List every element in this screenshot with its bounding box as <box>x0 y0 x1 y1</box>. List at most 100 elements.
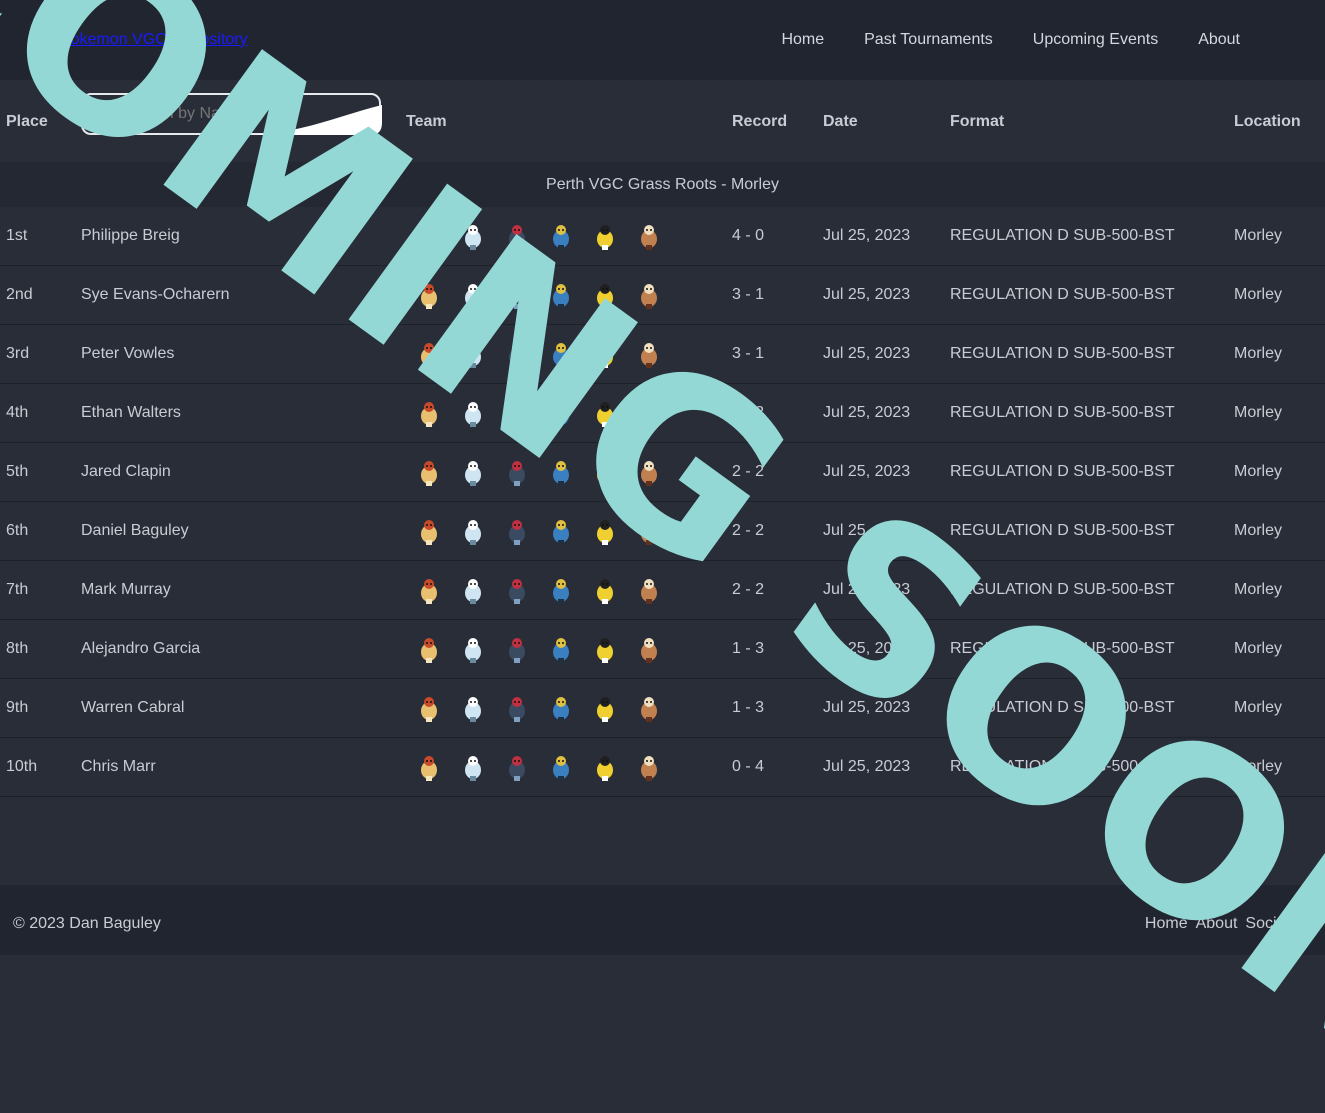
pokemon-sprite-icon <box>412 396 446 430</box>
pokemon-sprite-icon <box>632 573 666 607</box>
player-name-cell: Warren Cabral <box>81 699 185 716</box>
place-cell: 3rd <box>6 345 30 362</box>
table-row: 5th Jared Clapin 2 - 2 Jul 25, 2023 REGULATI… <box>0 443 1325 502</box>
pokemon-sprite-icon <box>412 278 446 312</box>
record-cell: 1 - 3 <box>732 640 765 657</box>
team-cell <box>412 278 666 312</box>
place-cell: 7th <box>6 581 29 598</box>
player-name-cell: Ethan Walters <box>81 404 181 421</box>
pokemon-sprite-icon <box>544 632 578 666</box>
pokemon-sprite-icon <box>544 455 578 489</box>
pokemon-sprite-icon <box>544 750 578 784</box>
location-cell: Morley <box>1234 286 1283 303</box>
pokemon-sprite-icon <box>412 691 446 725</box>
pokemon-sprite-icon <box>544 396 578 430</box>
location-cell: Morley <box>1234 522 1283 539</box>
location-cell: Morley <box>1234 758 1283 775</box>
team-cell <box>412 455 666 489</box>
date-cell: Jul 25, 2023 <box>823 758 911 775</box>
pokemon-sprite-icon <box>632 691 666 725</box>
header-place: Place <box>6 113 48 130</box>
pokemon-sprite-icon <box>588 632 622 666</box>
pokemon-sprite-icon <box>588 455 622 489</box>
place-cell: 1st <box>6 227 28 244</box>
pokemon-sprite-icon <box>544 573 578 607</box>
footer-socials-link[interactable]: Socials <box>1245 915 1297 933</box>
record-cell: 4 - 0 <box>732 227 765 244</box>
pokemon-sprite-icon <box>456 278 490 312</box>
nav-past-tournaments-link[interactable]: Past Tournaments <box>864 31 993 49</box>
place-cell: 6th <box>6 522 29 539</box>
pokemon-sprite-icon <box>588 396 622 430</box>
player-name-cell: Alejandro Garcia <box>81 640 201 657</box>
pokemon-sprite-icon <box>544 691 578 725</box>
table-row: 9th Warren Cabral 1 - 3 Jul 25, 2023 REGULAT… <box>0 679 1325 738</box>
pokemon-sprite-icon <box>456 514 490 548</box>
place-cell: 5th <box>6 463 29 480</box>
pokemon-sprite-icon <box>544 278 578 312</box>
pokemon-sprite-icon <box>456 632 490 666</box>
nav-home-link[interactable]: Home <box>781 31 824 49</box>
date-cell: Jul 25, 2023 <box>823 640 911 657</box>
pokemon-sprite-icon <box>632 455 666 489</box>
pokemon-sprite-icon <box>588 750 622 784</box>
header-record: Record <box>732 113 788 130</box>
date-cell: Jul 25, 2023 <box>823 581 911 598</box>
location-cell: Morley <box>1234 463 1283 480</box>
format-cell: REGULATION D SUB-500-BST <box>950 345 1175 362</box>
navbar: Pokemon VGC Repository Home Past Tournam… <box>0 0 1325 80</box>
place-cell: 2nd <box>6 286 33 303</box>
pokemon-sprite-icon <box>632 632 666 666</box>
pokemon-sprite-icon <box>544 514 578 548</box>
pokemon-sprite-icon <box>632 750 666 784</box>
pokemon-sprite-icon <box>588 514 622 548</box>
pokemon-sprite-icon <box>456 337 490 371</box>
format-cell: REGULATION D SUB-500-BST <box>950 581 1175 598</box>
pokemon-sprite-icon <box>412 455 446 489</box>
team-cell <box>412 750 666 784</box>
pokemon-sprite-icon <box>632 337 666 371</box>
pokemon-sprite-icon <box>500 691 534 725</box>
format-cell: REGULATION D SUB-500-BST <box>950 699 1175 716</box>
pokemon-sprite-icon <box>588 337 622 371</box>
place-cell: 4th <box>6 404 29 421</box>
place-cell: 9th <box>6 699 29 716</box>
table-row: 7th Mark Murray 2 - 2 Jul 25, 2023 REGULATIO… <box>0 561 1325 620</box>
footer-about-link[interactable]: About <box>1196 915 1238 933</box>
date-cell: Jul 25, 2023 <box>823 227 911 244</box>
nav-about-link[interactable]: About <box>1198 31 1240 49</box>
record-cell: 2 - 2 <box>732 404 765 421</box>
header-team: Team <box>406 113 447 130</box>
pokemon-sprite-icon <box>456 396 490 430</box>
pokemon-sprite-icon <box>632 514 666 548</box>
pokemon-sprite-icon <box>500 632 534 666</box>
pokemon-sprite-icon <box>456 691 490 725</box>
team-cell <box>412 396 666 430</box>
pokemon-sprite-icon <box>456 455 490 489</box>
pokemon-sprite-icon <box>456 573 490 607</box>
location-cell: Morley <box>1234 227 1283 244</box>
pokemon-sprite-icon <box>412 219 446 253</box>
format-cell: REGULATION D SUB-500-BST <box>950 640 1175 657</box>
pokemon-sprite-icon <box>500 573 534 607</box>
brand-link[interactable]: Pokemon VGC Repository <box>60 31 248 49</box>
record-cell: 3 - 1 <box>732 286 765 303</box>
pokemon-sprite-icon <box>544 337 578 371</box>
nav-upcoming-events-link[interactable]: Upcoming Events <box>1033 31 1158 49</box>
player-name-cell: Mark Murray <box>81 581 171 598</box>
pokemon-sprite-icon <box>412 514 446 548</box>
search-input[interactable] <box>81 93 381 135</box>
table-row: 8th Alejandro Garcia 1 - 3 Jul 25, 2023 REGU… <box>0 620 1325 679</box>
table-row: 4th Ethan Walters 2 - 2 Jul 25, 2023 REGULAT… <box>0 384 1325 443</box>
date-cell: Jul 25, 2023 <box>823 699 911 716</box>
table-row: 2nd Sye Evans-Ocharern 3 - 1 Jul 25, 2023 RE… <box>0 266 1325 325</box>
player-name-cell: Philippe Breig <box>81 227 180 244</box>
team-cell <box>412 514 666 548</box>
pokemon-sprite-icon <box>588 691 622 725</box>
record-cell: 1 - 3 <box>732 699 765 716</box>
team-cell <box>412 337 666 371</box>
footer: © 2023 Dan Baguley Home About Socials <box>0 885 1325 955</box>
footer-home-link[interactable]: Home <box>1145 915 1188 933</box>
table-row: 6th Daniel Baguley 2 - 2 Jul 25, 2023 REGULA… <box>0 502 1325 561</box>
team-cell <box>412 632 666 666</box>
